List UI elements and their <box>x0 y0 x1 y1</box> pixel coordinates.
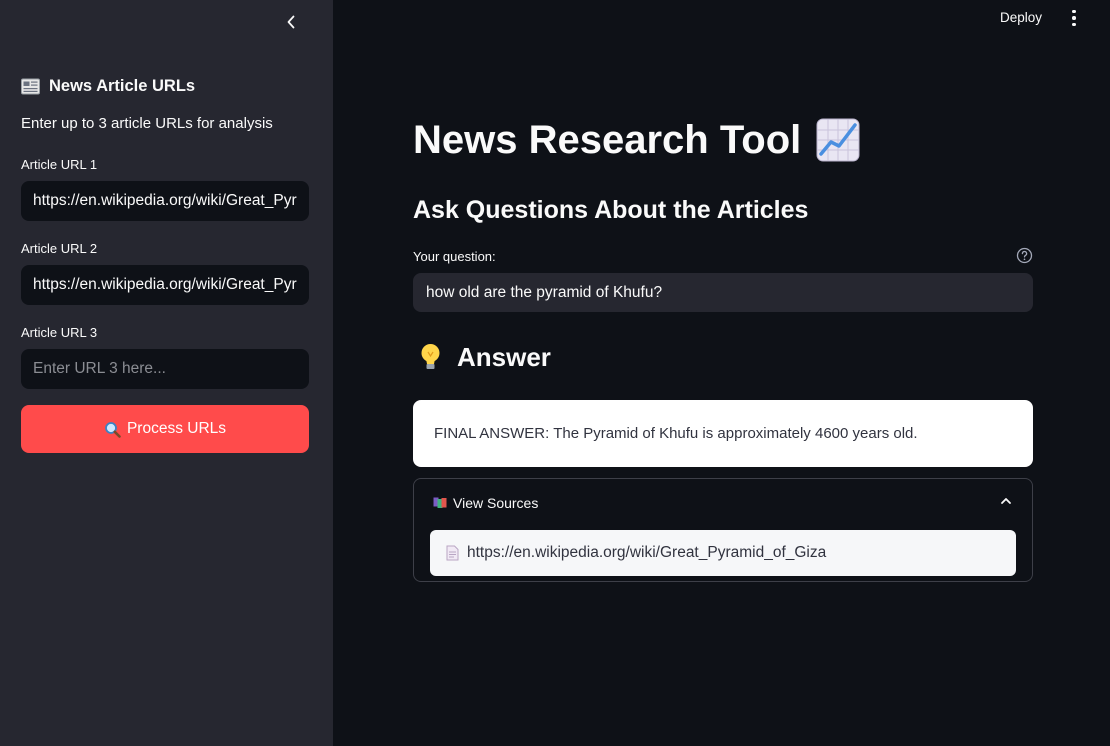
question-label: Your question: <box>413 249 496 264</box>
page-title-text: News Research Tool <box>413 117 802 162</box>
kebab-menu-icon <box>1072 9 1076 14</box>
answer-heading-text: Answer <box>457 341 551 372</box>
section-heading: Ask Questions About the Articles <box>413 196 809 224</box>
chevron-left-icon <box>287 15 295 29</box>
question-input[interactable] <box>413 273 1033 312</box>
kebab-menu-icon-dot <box>1072 16 1076 20</box>
deploy-button[interactable]: Deploy <box>1000 10 1042 28</box>
sources-expander-label: View Sources <box>453 495 539 511</box>
url-1-label: Article URL 1 <box>21 157 98 172</box>
answer-heading: Answer <box>418 338 551 376</box>
chart-increasing-icon <box>816 118 860 162</box>
url-2-input[interactable] <box>21 265 309 305</box>
sidebar: News Article URLs Enter up to 3 article … <box>0 0 333 746</box>
sources-expander: View Sources https://en.wikipedia.org/wi… <box>413 478 1033 582</box>
answer-text: FINAL ANSWER: The Pyramid of Khufu is ap… <box>434 425 918 442</box>
url-3-label: Article URL 3 <box>21 325 98 340</box>
sidebar-title-text: News Article URLs <box>49 76 196 95</box>
answer-box: FINAL ANSWER: The Pyramid of Khufu is ap… <box>413 400 1033 467</box>
main-menu-button[interactable] <box>1066 8 1082 28</box>
document-icon <box>446 545 459 561</box>
books-icon <box>433 497 447 508</box>
process-urls-button[interactable]: Process URLs <box>21 405 309 453</box>
sources-expander-header[interactable]: View Sources <box>433 493 538 513</box>
sidebar-subtitle: Enter up to 3 article URLs for analysis <box>21 115 273 132</box>
source-item: https://en.wikipedia.org/wiki/Great_Pyra… <box>430 530 1016 576</box>
newspaper-icon <box>21 78 40 94</box>
light-bulb-icon <box>421 344 440 369</box>
sidebar-title: News Article URLs <box>21 74 195 98</box>
magnifier-icon <box>105 421 121 438</box>
kebab-menu-icon-dot <box>1072 22 1076 27</box>
page-title: News Research Tool <box>413 112 861 168</box>
url-1-input[interactable] <box>21 181 309 221</box>
help-circle-icon[interactable] <box>1016 247 1033 264</box>
process-urls-label: Process URLs <box>126 420 227 437</box>
chevron-up-icon[interactable] <box>999 494 1013 508</box>
url-2-label: Article URL 2 <box>21 241 98 256</box>
collapse-sidebar-button[interactable] <box>281 10 301 34</box>
source-url: https://en.wikipedia.org/wiki/Great_Pyra… <box>467 544 827 561</box>
url-3-input[interactable] <box>21 349 309 389</box>
